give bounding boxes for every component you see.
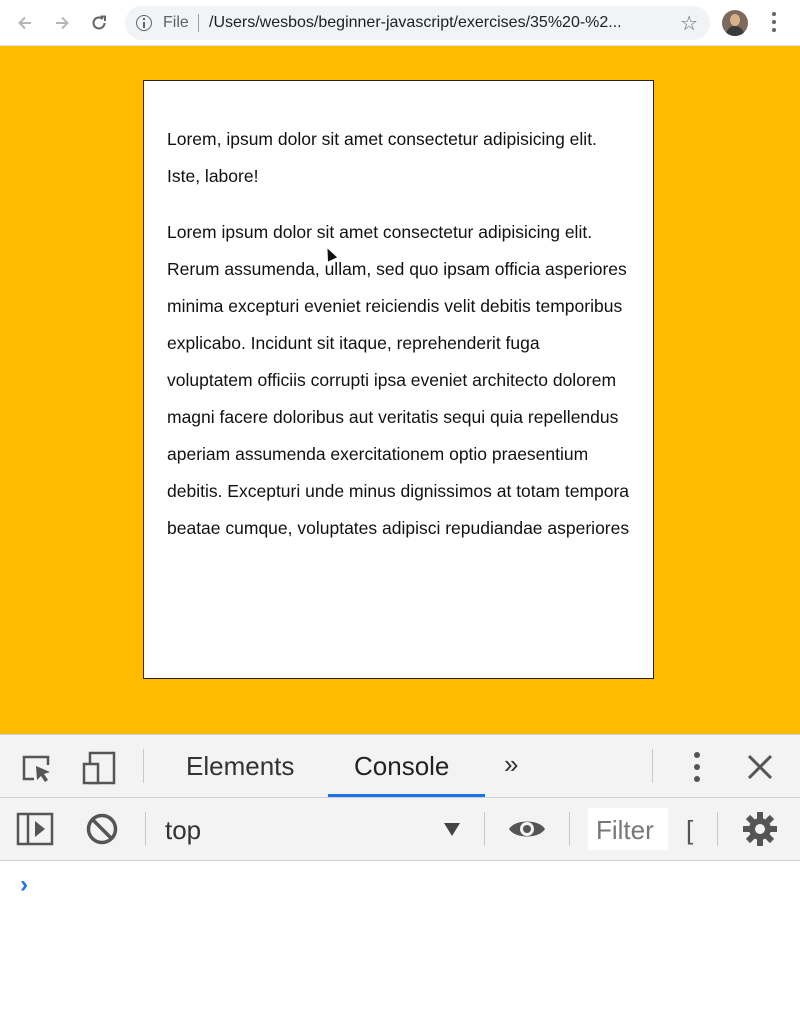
more-tabs-icon[interactable]: » — [504, 749, 518, 780]
page-viewport: Lorem, ipsum dolor sit amet consectetur … — [0, 46, 800, 734]
file-scheme-label: File — [163, 14, 189, 31]
active-tab-indicator — [328, 794, 485, 797]
tab-console[interactable]: Console — [354, 751, 449, 782]
tab-separator — [143, 749, 144, 783]
filter-placeholder: Filter — [596, 815, 654, 845]
execution-context-select[interactable]: top — [165, 815, 201, 846]
console-prompt-icon[interactable]: › — [20, 871, 28, 899]
forward-arrow-icon[interactable] — [49, 10, 75, 36]
toolbar-separator — [484, 812, 485, 846]
inspect-element-icon[interactable] — [20, 751, 54, 790]
tab-separator — [652, 749, 653, 783]
devtools-tab-bar: Elements Console » — [0, 735, 800, 798]
live-expression-eye-icon[interactable] — [507, 815, 547, 848]
browser-menu-icon[interactable] — [764, 12, 784, 34]
paragraph-1: Lorem, ipsum dolor sit amet consectetur … — [167, 129, 597, 186]
profile-avatar[interactable] — [722, 10, 748, 36]
toolbar-separator — [717, 812, 718, 846]
clear-console-icon[interactable] — [85, 812, 119, 851]
settings-gear-icon[interactable] — [742, 811, 778, 852]
log-level-dropdown[interactable]: [ — [686, 815, 693, 846]
device-toolbar-icon[interactable] — [81, 750, 117, 791]
bookmark-star-icon[interactable]: ☆ — [680, 11, 698, 36]
info-icon[interactable] — [136, 15, 152, 31]
chevron-down-icon[interactable] — [444, 823, 460, 836]
show-sidebar-icon[interactable] — [16, 812, 54, 851]
tab-elements[interactable]: Elements — [186, 751, 294, 782]
browser-toolbar: File /Users/wesbos/beginner-javascript/e… — [0, 0, 800, 46]
console-toolbar: top Filter [ — [0, 798, 800, 861]
back-arrow-icon[interactable] — [12, 10, 38, 36]
close-devtools-icon[interactable] — [746, 753, 774, 786]
devtools-panel: Elements Console » top Filter [› — [0, 734, 800, 1032]
paragraph-2: Lorem ipsum dolor sit amet consectetur a… — [167, 222, 630, 538]
content-card: Lorem, ipsum dolor sit amet consectetur … — [143, 80, 654, 679]
toolbar-separator — [569, 812, 570, 846]
console-filter-input[interactable]: Filter — [588, 808, 668, 850]
url-text[interactable]: /Users/wesbos/beginner-javascript/exerci… — [209, 14, 622, 32]
address-bar[interactable]: File /Users/wesbos/beginner-javascript/e… — [125, 6, 710, 40]
omnibox-divider — [198, 14, 199, 32]
toolbar-separator — [145, 812, 146, 846]
reload-icon[interactable] — [86, 10, 112, 36]
devtools-menu-icon[interactable] — [688, 751, 706, 788]
